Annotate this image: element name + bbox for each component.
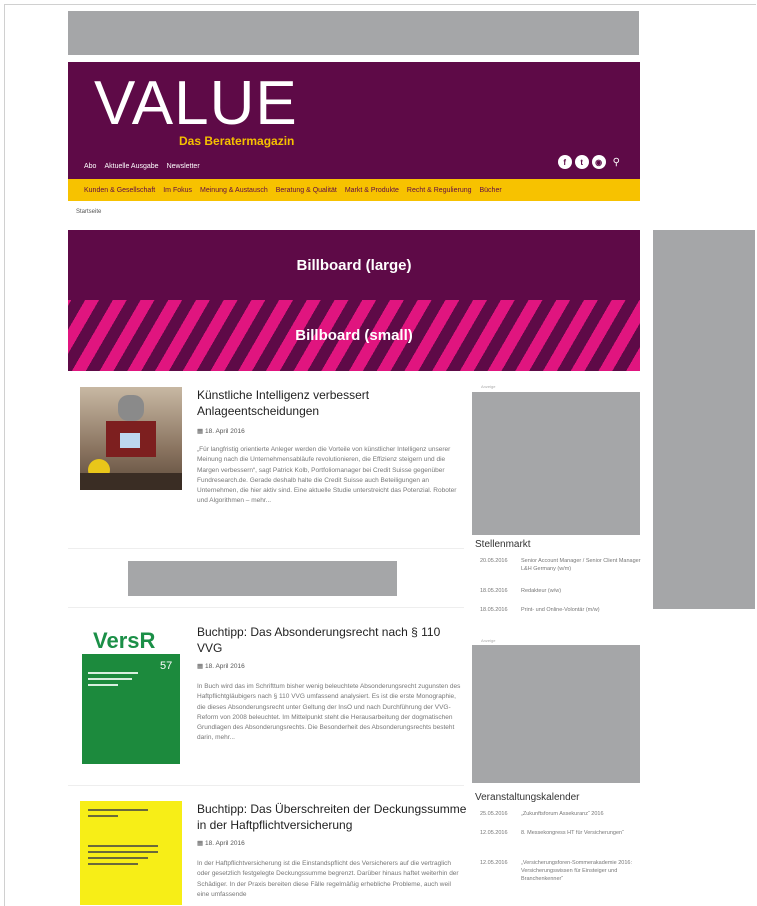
article-excerpt: „Für langfristig orientierte Anleger wer… xyxy=(197,446,457,505)
social-links: f t ◉ ⚲ xyxy=(557,155,620,169)
cover-line xyxy=(88,845,158,847)
nav-im-fokus[interactable]: Im Fokus xyxy=(163,187,192,194)
billboard-large-ad[interactable]: Billboard (large) xyxy=(68,230,640,300)
calendar-icon: ▦ xyxy=(197,428,204,435)
nav-recht[interactable]: Recht & Regulierung xyxy=(407,187,472,194)
topnav-current-issue[interactable]: Aktuelle Ausgabe xyxy=(104,163,158,170)
event-date: 25.05.2016 xyxy=(480,811,508,817)
book-cover-versr: VersR 57 xyxy=(80,624,182,764)
book-brand: VersR xyxy=(93,628,156,653)
article-excerpt: In der Haftpflichtversicherung ist die E… xyxy=(197,860,459,898)
divider xyxy=(68,548,464,549)
cover-line xyxy=(88,809,148,811)
cover-line xyxy=(88,863,138,865)
cover-line xyxy=(88,815,118,817)
article-thumbnail-book-yellow[interactable] xyxy=(80,801,182,905)
article-card: Künstliche Intelligenz verbessert Anlage… xyxy=(80,387,465,547)
search-icon[interactable]: ⚲ xyxy=(613,157,620,168)
events-widget-title: Veranstaltungskalender xyxy=(475,792,580,803)
cover-line xyxy=(88,672,138,674)
article-title[interactable]: Künstliche Intelligenz verbessert Anlage… xyxy=(197,387,467,419)
article-card: Buchtipp: Das Überschreiten der Deckungs… xyxy=(80,801,467,906)
rss-icon[interactable]: ◉ xyxy=(591,155,606,169)
event-title[interactable]: „Zukunftsforum Assekuranz“ 2016 xyxy=(521,810,646,818)
cover-line xyxy=(88,851,158,853)
topnav-newsletter[interactable]: Newsletter xyxy=(167,163,200,170)
article-title[interactable]: Buchtipp: Das Absonderungsrecht nach § 1… xyxy=(197,624,467,656)
job-title[interactable]: Senior Account Manager / Senior Client M… xyxy=(521,557,646,573)
calendar-icon: ▦ xyxy=(197,663,204,670)
job-item[interactable]: 18.05.2016 Redakteur (w/w) xyxy=(480,587,646,595)
article-date: ▦ 18. April 2016 xyxy=(197,427,245,435)
article-date-text: 18. April 2016 xyxy=(204,840,245,847)
article-title[interactable]: Buchtipp: Das Überschreiten der Deckungs… xyxy=(197,801,467,833)
ad-label: Anzeige xyxy=(481,384,496,389)
nav-beratung[interactable]: Beratung & Qualität xyxy=(276,187,337,194)
job-date: 18.05.2016 xyxy=(480,588,508,594)
job-title[interactable]: Print- und Online-Volontär (m/w) xyxy=(521,606,646,614)
site-tagline: Das Beratermagazin xyxy=(179,134,295,148)
nav-kunden[interactable]: Kunden & Gesellschaft xyxy=(84,187,155,194)
main-nav: Kunden & Gesellschaft Im Fokus Meinung &… xyxy=(68,179,640,201)
billboard-small-label: Billboard (small) xyxy=(295,327,413,344)
job-date: 18.05.2016 xyxy=(480,607,508,613)
event-title[interactable]: „Versicherungsforen-Sommerakademie 2016:… xyxy=(521,859,646,883)
article-thumbnail-robot[interactable] xyxy=(80,387,182,490)
article-thumbnail-book-versr[interactable]: VersR 57 xyxy=(80,624,182,764)
calendar-icon: ▦ xyxy=(197,840,204,847)
event-item[interactable]: 12.05.2016 „Versicherungsforen-Sommeraka… xyxy=(480,859,646,883)
event-item[interactable]: 12.05.2016 8. Messekongress HT für Versi… xyxy=(480,829,646,837)
site-logo[interactable]: VALUE xyxy=(94,68,298,139)
sidebar-ad-placeholder[interactable] xyxy=(472,645,640,783)
nav-markt[interactable]: Markt & Produkte xyxy=(345,187,399,194)
cover-line xyxy=(88,857,148,859)
topnav-abo[interactable]: Abo xyxy=(84,163,96,170)
facebook-icon[interactable]: f xyxy=(557,155,572,169)
cover-line xyxy=(88,684,118,686)
nav-buecher[interactable]: Bücher xyxy=(480,187,502,194)
robot-image xyxy=(80,387,182,490)
article-date-text: 18. April 2016 xyxy=(204,663,245,670)
event-date: 12.05.2016 xyxy=(480,860,508,866)
cover-line xyxy=(88,678,132,680)
breadcrumb[interactable]: Startseite xyxy=(76,209,101,215)
divider xyxy=(68,607,464,608)
article-excerpt: In Buch wird das im Schrifttum bisher we… xyxy=(197,683,461,742)
jobs-widget-title: Stellenmarkt xyxy=(475,539,531,550)
book-cover-yellow xyxy=(80,801,182,905)
leaderboard-ad-placeholder[interactable] xyxy=(68,11,639,55)
robot-head xyxy=(118,395,144,421)
content-ad-placeholder[interactable] xyxy=(128,561,397,596)
billboard-small-ad[interactable]: Billboard (small) xyxy=(68,300,640,371)
billboard-large-label: Billboard (large) xyxy=(296,256,412,274)
site-header: VALUE Das Beratermagazin Abo Aktuelle Au… xyxy=(68,62,640,179)
divider xyxy=(68,785,464,786)
article-date-text: 18. April 2016 xyxy=(204,428,245,435)
top-nav: Abo Aktuelle Ausgabe Newsletter xyxy=(84,163,200,170)
job-date: 20.05.2016 xyxy=(480,558,508,564)
job-title[interactable]: Redakteur (w/w) xyxy=(521,587,646,595)
robot-screen xyxy=(120,433,140,448)
nav-meinung[interactable]: Meinung & Austausch xyxy=(200,187,268,194)
article-date: ▦ 18. April 2016 xyxy=(197,662,245,670)
event-date: 12.05.2016 xyxy=(480,830,508,836)
article-date: ▦ 18. April 2016 xyxy=(197,839,245,847)
twitter-icon[interactable]: t xyxy=(574,155,589,169)
job-item[interactable]: 18.05.2016 Print- und Online-Volontär (m… xyxy=(480,606,646,614)
event-title[interactable]: 8. Messekongress HT für Versicherungen“ xyxy=(521,829,646,837)
skyscraper-ad-placeholder[interactable] xyxy=(653,230,755,609)
ad-label: Anzeige xyxy=(481,638,496,643)
book-number: 57 xyxy=(160,660,173,672)
job-item[interactable]: 20.05.2016 Senior Account Manager / Seni… xyxy=(480,557,646,573)
article-card: VersR 57 Buchtipp: Das Absonderungsrecht… xyxy=(80,624,465,774)
event-item[interactable]: 25.05.2016 „Zukunftsforum Assekuranz“ 20… xyxy=(480,810,646,818)
sidebar-ad-placeholder[interactable] xyxy=(472,392,640,535)
robot-table xyxy=(80,473,182,490)
